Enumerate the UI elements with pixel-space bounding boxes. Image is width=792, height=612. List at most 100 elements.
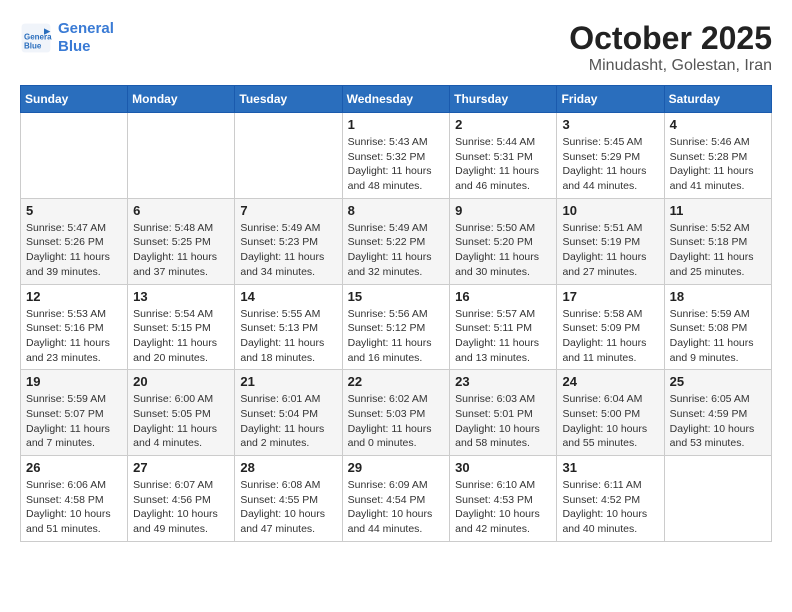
- day-cell: 10Sunrise: 5:51 AM Sunset: 5:19 PM Dayli…: [557, 198, 664, 284]
- svg-text:Blue: Blue: [24, 41, 42, 50]
- day-number: 12: [26, 289, 122, 304]
- day-number: 27: [133, 460, 229, 475]
- day-info: Sunrise: 5:46 AM Sunset: 5:28 PM Dayligh…: [670, 135, 766, 194]
- logo: General Blue General Blue: [20, 20, 114, 56]
- weekday-header-wednesday: Wednesday: [342, 86, 450, 113]
- day-info: Sunrise: 6:10 AM Sunset: 4:53 PM Dayligh…: [455, 478, 551, 537]
- weekday-header-tuesday: Tuesday: [235, 86, 342, 113]
- day-info: Sunrise: 5:57 AM Sunset: 5:11 PM Dayligh…: [455, 307, 551, 366]
- day-info: Sunrise: 5:50 AM Sunset: 5:20 PM Dayligh…: [455, 221, 551, 280]
- day-info: Sunrise: 5:53 AM Sunset: 5:16 PM Dayligh…: [26, 307, 122, 366]
- day-number: 14: [240, 289, 336, 304]
- day-cell: [128, 113, 235, 199]
- day-info: Sunrise: 5:58 AM Sunset: 5:09 PM Dayligh…: [562, 307, 658, 366]
- day-number: 6: [133, 203, 229, 218]
- day-cell: [664, 456, 771, 542]
- day-number: 2: [455, 117, 551, 132]
- weekday-header-thursday: Thursday: [450, 86, 557, 113]
- week-row-1: 1Sunrise: 5:43 AM Sunset: 5:32 PM Daylig…: [21, 113, 772, 199]
- day-cell: 26Sunrise: 6:06 AM Sunset: 4:58 PM Dayli…: [21, 456, 128, 542]
- logo-text: General Blue: [58, 20, 114, 56]
- day-number: 3: [562, 117, 658, 132]
- day-number: 22: [348, 374, 445, 389]
- day-number: 29: [348, 460, 445, 475]
- weekday-header-monday: Monday: [128, 86, 235, 113]
- day-number: 18: [670, 289, 766, 304]
- day-cell: 17 Sunrise: 5:58 AM Sunset: 5:09 PM Dayli…: [557, 284, 664, 370]
- day-cell: 6 Sunrise: 5:48 AM Sunset: 5:25 PM Daylig…: [128, 198, 235, 284]
- day-info: Sunrise: 5:49 AM Sunset: 5:23 PM Dayligh…: [240, 221, 336, 280]
- day-info: Sunrise: 5:55 AM Sunset: 5:13 PM Dayligh…: [240, 307, 336, 366]
- location-title: Minudasht, Golestan, Iran: [569, 57, 772, 75]
- day-cell: 5 Sunrise: 5:47 AM Sunset: 5:26 PM Daylig…: [21, 198, 128, 284]
- week-row-2: 5 Sunrise: 5:47 AM Sunset: 5:26 PM Daylig…: [21, 198, 772, 284]
- day-cell: [235, 113, 342, 199]
- day-number: 31: [562, 460, 658, 475]
- day-cell: 4Sunrise: 5:46 AM Sunset: 5:28 PM Daylig…: [664, 113, 771, 199]
- page-header: General Blue General Blue October 2025 M…: [20, 20, 772, 75]
- day-cell: 16Sunrise: 5:57 AM Sunset: 5:11 PM Dayli…: [450, 284, 557, 370]
- day-number: 8: [348, 203, 445, 218]
- day-info: Sunrise: 6:02 AM Sunset: 5:03 PM Dayligh…: [348, 392, 445, 451]
- day-number: 7: [240, 203, 336, 218]
- day-info: Sunrise: 5:44 AM Sunset: 5:31 PM Dayligh…: [455, 135, 551, 194]
- day-number: 28: [240, 460, 336, 475]
- day-cell: 14 Sunrise: 5:55 AM Sunset: 5:13 PM Dayli…: [235, 284, 342, 370]
- day-number: 19: [26, 374, 122, 389]
- day-info: Sunrise: 5:59 AM Sunset: 5:07 PM Dayligh…: [26, 392, 122, 451]
- day-info: Sunrise: 6:05 AM Sunset: 4:59 PM Dayligh…: [670, 392, 766, 451]
- day-number: 13: [133, 289, 229, 304]
- day-number: 9: [455, 203, 551, 218]
- day-cell: 31 Sunrise: 6:11 AM Sunset: 4:52 PM Dayli…: [557, 456, 664, 542]
- day-cell: 25 Sunrise: 6:05 AM Sunset: 4:59 PM Dayli…: [664, 370, 771, 456]
- day-number: 17: [562, 289, 658, 304]
- day-cell: 23 Sunrise: 6:03 AM Sunset: 5:01 PM Dayli…: [450, 370, 557, 456]
- day-info: Sunrise: 6:03 AM Sunset: 5:01 PM Dayligh…: [455, 392, 551, 451]
- day-number: 24: [562, 374, 658, 389]
- week-row-5: 26Sunrise: 6:06 AM Sunset: 4:58 PM Dayli…: [21, 456, 772, 542]
- logo-line1: General: [58, 20, 114, 37]
- day-cell: 2 Sunrise: 5:44 AM Sunset: 5:31 PM Daylig…: [450, 113, 557, 199]
- day-cell: 21 Sunrise: 6:01 AM Sunset: 5:04 PM Dayli…: [235, 370, 342, 456]
- day-info: Sunrise: 6:04 AM Sunset: 5:00 PM Dayligh…: [562, 392, 658, 451]
- day-cell: [21, 113, 128, 199]
- day-cell: 28 Sunrise: 6:08 AM Sunset: 4:55 PM Dayli…: [235, 456, 342, 542]
- logo-icon: General Blue: [20, 22, 52, 54]
- day-number: 25: [670, 374, 766, 389]
- day-cell: 12 Sunrise: 5:53 AM Sunset: 5:16 PM Dayli…: [21, 284, 128, 370]
- day-number: 21: [240, 374, 336, 389]
- day-cell: 15Sunrise: 5:56 AM Sunset: 5:12 PM Dayli…: [342, 284, 450, 370]
- day-number: 20: [133, 374, 229, 389]
- day-info: Sunrise: 5:59 AM Sunset: 5:08 PM Dayligh…: [670, 307, 766, 366]
- logo-line2: Blue: [58, 38, 91, 55]
- weekday-header-sunday: Sunday: [21, 86, 128, 113]
- day-info: Sunrise: 6:11 AM Sunset: 4:52 PM Dayligh…: [562, 478, 658, 537]
- day-cell: 3Sunrise: 5:45 AM Sunset: 5:29 PM Daylig…: [557, 113, 664, 199]
- day-info: Sunrise: 6:07 AM Sunset: 4:56 PM Dayligh…: [133, 478, 229, 537]
- day-number: 5: [26, 203, 122, 218]
- day-cell: 8Sunrise: 5:49 AM Sunset: 5:22 PM Daylig…: [342, 198, 450, 284]
- day-info: Sunrise: 5:56 AM Sunset: 5:12 PM Dayligh…: [348, 307, 445, 366]
- day-info: Sunrise: 6:09 AM Sunset: 4:54 PM Dayligh…: [348, 478, 445, 537]
- day-cell: 22 Sunrise: 6:02 AM Sunset: 5:03 PM Dayli…: [342, 370, 450, 456]
- week-row-3: 12 Sunrise: 5:53 AM Sunset: 5:16 PM Dayli…: [21, 284, 772, 370]
- day-info: Sunrise: 6:00 AM Sunset: 5:05 PM Dayligh…: [133, 392, 229, 451]
- day-cell: 18 Sunrise: 5:59 AM Sunset: 5:08 PM Dayli…: [664, 284, 771, 370]
- day-info: Sunrise: 6:08 AM Sunset: 4:55 PM Dayligh…: [240, 478, 336, 537]
- day-number: 30: [455, 460, 551, 475]
- month-title: October 2025: [569, 20, 772, 57]
- day-cell: 1Sunrise: 5:43 AM Sunset: 5:32 PM Daylig…: [342, 113, 450, 199]
- day-cell: 24 Sunrise: 6:04 AM Sunset: 5:00 PM Dayli…: [557, 370, 664, 456]
- day-info: Sunrise: 5:52 AM Sunset: 5:18 PM Dayligh…: [670, 221, 766, 280]
- day-number: 26: [26, 460, 122, 475]
- svg-text:General: General: [24, 33, 52, 42]
- day-info: Sunrise: 5:47 AM Sunset: 5:26 PM Dayligh…: [26, 221, 122, 280]
- day-info: Sunrise: 6:01 AM Sunset: 5:04 PM Dayligh…: [240, 392, 336, 451]
- day-cell: 29 Sunrise: 6:09 AM Sunset: 4:54 PM Dayli…: [342, 456, 450, 542]
- weekday-header-saturday: Saturday: [664, 86, 771, 113]
- day-info: Sunrise: 5:48 AM Sunset: 5:25 PM Dayligh…: [133, 221, 229, 280]
- day-number: 23: [455, 374, 551, 389]
- day-cell: 11Sunrise: 5:52 AM Sunset: 5:18 PM Dayli…: [664, 198, 771, 284]
- day-number: 1: [348, 117, 445, 132]
- weekday-header-row: SundayMondayTuesdayWednesdayThursdayFrid…: [21, 86, 772, 113]
